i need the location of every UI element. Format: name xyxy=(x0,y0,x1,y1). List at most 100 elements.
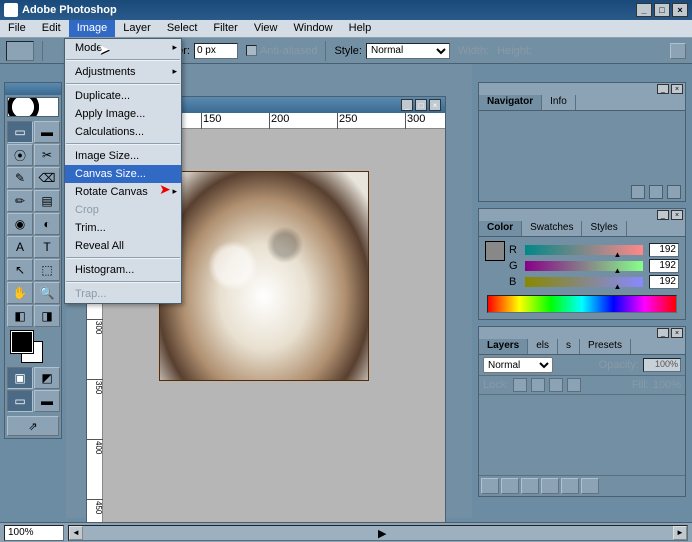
tab-presets[interactable]: Presets xyxy=(580,339,631,354)
scroll-thumb[interactable]: ▶ xyxy=(378,527,386,539)
palette-well[interactable] xyxy=(670,43,686,59)
menu-item-calculations-[interactable]: Calculations... xyxy=(65,123,181,141)
tool-0[interactable]: ▭ xyxy=(7,121,33,143)
channel-value[interactable]: 192 xyxy=(649,243,679,257)
menu-image[interactable]: Image xyxy=(69,20,116,37)
menu-help[interactable]: Help xyxy=(341,20,380,37)
layer-set-icon[interactable] xyxy=(521,478,539,494)
menu-filter[interactable]: Filter xyxy=(205,20,245,37)
foreground-swatch[interactable] xyxy=(11,331,33,353)
lock-paint-icon[interactable] xyxy=(531,378,545,392)
tool-7[interactable]: ▤ xyxy=(34,190,60,212)
blend-mode-select[interactable]: Normal xyxy=(483,357,553,373)
doc-close-button[interactable]: × xyxy=(429,99,441,111)
jump-to-button[interactable]: ⇗ xyxy=(7,416,59,436)
menu-file[interactable]: File xyxy=(0,20,34,37)
menu-window[interactable]: Window xyxy=(286,20,341,37)
menu-view[interactable]: View xyxy=(246,20,286,37)
tool-11[interactable]: T xyxy=(34,236,60,258)
doc-minimize-button[interactable]: _ xyxy=(401,99,413,111)
fill-input[interactable]: 100% xyxy=(653,379,681,391)
menu-select[interactable]: Select xyxy=(159,20,206,37)
panel-minimize-button[interactable]: _ xyxy=(657,328,669,338)
canvas[interactable] xyxy=(159,171,369,381)
tab-layers[interactable]: Layers xyxy=(479,339,528,354)
tool-13[interactable]: ⬚ xyxy=(34,259,60,281)
opacity-input[interactable]: 100% xyxy=(643,358,681,372)
menu-edit[interactable]: Edit xyxy=(34,20,69,37)
standard-mode-button[interactable]: ▣ xyxy=(7,367,33,389)
menu-item-duplicate-[interactable]: Duplicate... xyxy=(65,87,181,105)
channel-slider[interactable]: ▲ xyxy=(525,261,643,271)
tool-9[interactable]: ◐ xyxy=(34,213,60,235)
panel-close-button[interactable]: × xyxy=(671,84,683,94)
tool-5[interactable]: ⌫ xyxy=(34,167,60,189)
tool-14[interactable]: ✋ xyxy=(7,282,33,304)
tool-10[interactable]: A xyxy=(7,236,33,258)
menu-item-adjustments[interactable]: Adjustments xyxy=(65,63,181,81)
menu-layer[interactable]: Layer xyxy=(115,20,159,37)
color-swatches[interactable] xyxy=(5,329,61,365)
screen-mode-std-button[interactable]: ▭ xyxy=(7,390,33,412)
lock-move-icon[interactable] xyxy=(549,378,563,392)
tab-swatches[interactable]: Swatches xyxy=(522,221,582,236)
minimize-button[interactable]: _ xyxy=(636,3,652,17)
maximize-button[interactable]: □ xyxy=(654,3,670,17)
style-select[interactable]: Normal xyxy=(366,43,450,59)
channel-value[interactable]: 192 xyxy=(649,259,679,273)
layer-mask-icon[interactable] xyxy=(501,478,519,494)
channel-slider[interactable]: ▲ xyxy=(525,245,643,255)
doc-maximize-button[interactable]: □ xyxy=(415,99,427,111)
menu-item-mode[interactable]: Mode xyxy=(65,39,181,57)
tool-6[interactable]: ✏ xyxy=(7,190,33,212)
tool-12[interactable]: ↖ xyxy=(7,259,33,281)
tool-4[interactable]: ✎ xyxy=(7,167,33,189)
tab-info[interactable]: Info xyxy=(542,95,576,110)
zoom-in-icon[interactable] xyxy=(667,185,681,199)
tab-navigator[interactable]: Navigator xyxy=(479,95,542,110)
panel-close-button[interactable]: × xyxy=(671,210,683,220)
menu-item-image-size-[interactable]: Image Size... xyxy=(65,147,181,165)
tab-styles[interactable]: Styles xyxy=(582,221,626,236)
tool-17[interactable]: ◨ xyxy=(34,305,60,327)
feather-input[interactable] xyxy=(194,43,238,59)
color-spectrum[interactable] xyxy=(487,295,677,313)
scroll-right-button[interactable]: ► xyxy=(673,526,687,540)
panel-close-button[interactable]: × xyxy=(671,328,683,338)
panel-minimize-button[interactable]: _ xyxy=(657,210,669,220)
layers-list[interactable] xyxy=(479,395,685,475)
close-button[interactable]: × xyxy=(672,3,688,17)
tool-3[interactable]: ✂ xyxy=(34,144,60,166)
navigator-body[interactable] xyxy=(479,111,685,183)
channel-slider[interactable]: ▲ xyxy=(525,277,643,287)
scroll-left-button[interactable]: ◄ xyxy=(69,526,83,540)
menu-item-histogram-[interactable]: Histogram... xyxy=(65,261,181,279)
tool-16[interactable]: ◧ xyxy=(7,305,33,327)
horizontal-scrollbar[interactable]: ◄ ▶ ► xyxy=(68,525,688,541)
tab-color[interactable]: Color xyxy=(479,221,522,236)
panel-minimize-button[interactable]: _ xyxy=(657,84,669,94)
tool-15[interactable]: 🔍 xyxy=(34,282,60,304)
zoom-slider-icon[interactable] xyxy=(649,185,663,199)
tool-8[interactable]: ◉ xyxy=(7,213,33,235)
active-tool-indicator[interactable] xyxy=(6,41,34,61)
zoom-input[interactable]: 100% xyxy=(4,525,64,541)
layer-style-icon[interactable] xyxy=(481,478,499,494)
menu-item-apply-image-[interactable]: Apply Image... xyxy=(65,105,181,123)
tool-1[interactable]: ▬ xyxy=(34,121,60,143)
tab-s[interactable]: s xyxy=(558,339,580,354)
menu-item-reveal-all[interactable]: Reveal All xyxy=(65,237,181,255)
adjustment-layer-icon[interactable] xyxy=(541,478,559,494)
quickmask-mode-button[interactable]: ◩ xyxy=(34,367,60,389)
delete-layer-icon[interactable] xyxy=(581,478,599,494)
lock-all-icon[interactable] xyxy=(567,378,581,392)
tab-els[interactable]: els xyxy=(528,339,558,354)
new-layer-icon[interactable] xyxy=(561,478,579,494)
toolbox-titlebar[interactable] xyxy=(5,83,61,95)
zoom-out-icon[interactable] xyxy=(631,185,645,199)
lock-transparency-icon[interactable] xyxy=(513,378,527,392)
color-preview-swatch[interactable] xyxy=(485,241,505,261)
channel-value[interactable]: 192 xyxy=(649,275,679,289)
menu-item-trim-[interactable]: Trim... xyxy=(65,219,181,237)
screen-mode-full-button[interactable]: ▬ xyxy=(34,390,60,412)
